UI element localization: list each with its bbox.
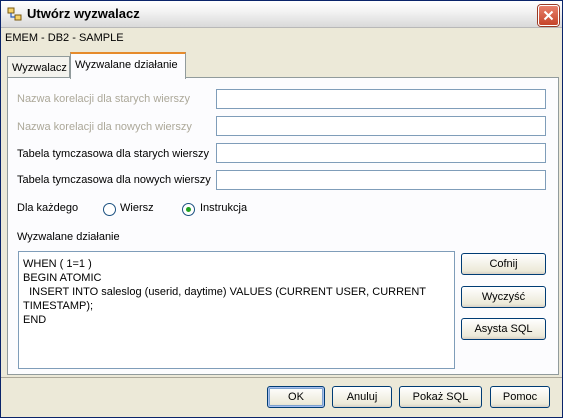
triggered-action-label: Wyzwalane działanie [17, 231, 120, 243]
triggered-action-sql-editor[interactable]: WHEN ( 1=1 ) BEGIN ATOMIC INSERT INTO sa… [18, 251, 455, 369]
ok-button[interactable]: OK [267, 386, 325, 408]
trigger-icon [7, 7, 22, 21]
new-rows-temp-table-input[interactable] [216, 170, 546, 190]
new-rows-correlation-label: Nazwa korelacji dla nowych wierszy [17, 121, 192, 133]
sql-assist-button[interactable]: Asysta SQL [461, 318, 546, 340]
old-rows-temp-table-label: Tabela tymczasowa dla starych wierszy [17, 148, 209, 160]
cancel-button[interactable]: Anuluj [332, 386, 392, 408]
tab-trigger[interactable]: Wyzwalacz [7, 56, 70, 78]
title-bar[interactable]: Utwórz wyzwalacz [1, 1, 562, 28]
tab-triggered-action[interactable]: Wyzwalane działanie [70, 52, 186, 79]
close-icon [543, 10, 554, 21]
button-bar-separator [1, 377, 562, 378]
close-button[interactable] [538, 5, 559, 26]
for-each-label: Dla każdego [17, 202, 79, 214]
old-rows-correlation-input[interactable] [216, 89, 546, 109]
show-sql-button[interactable]: Pokaż SQL [399, 386, 482, 408]
old-rows-temp-table-input[interactable] [216, 143, 546, 163]
radio-selected-dot [186, 207, 191, 212]
for-each-statement-radio[interactable] [182, 203, 195, 216]
help-button[interactable]: Pomoc [490, 386, 550, 408]
connection-subtitle: EMEM - DB2 - SAMPLE [5, 32, 124, 44]
dialog-window: Utwórz wyzwalacz EMEM - DB2 - SAMPLE Wyz… [0, 0, 563, 418]
new-rows-correlation-input[interactable] [216, 116, 546, 136]
for-each-row-radio[interactable] [103, 203, 116, 216]
new-rows-temp-table-label: Tabela tymczasowa dla nowych wierszy [17, 174, 211, 186]
for-each-statement-label[interactable]: Instrukcja [200, 202, 247, 214]
old-rows-correlation-label: Nazwa korelacji dla starych wierszy [17, 93, 190, 105]
undo-button[interactable]: Cofnij [461, 253, 546, 275]
tab-panel: Nazwa korelacji dla starych wierszy Nazw… [7, 77, 559, 375]
for-each-row-label[interactable]: Wiersz [120, 202, 154, 214]
clear-button[interactable]: Wyczyść [461, 286, 546, 308]
window-title: Utwórz wyzwalacz [27, 6, 140, 21]
